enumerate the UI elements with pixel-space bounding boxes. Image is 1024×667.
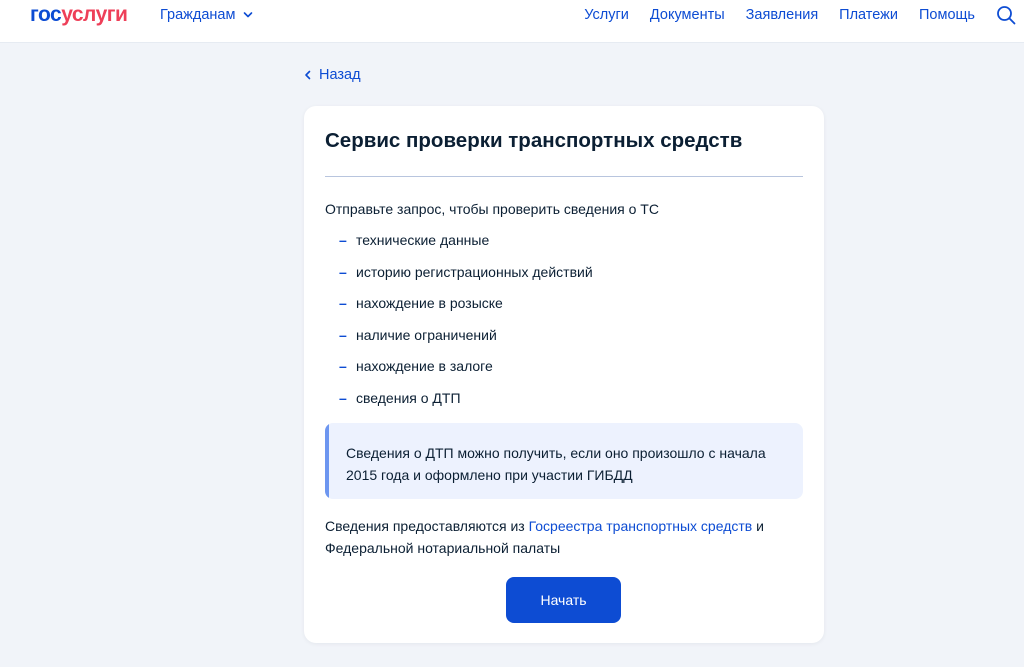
list-marker: – [339,389,347,406]
source-text: Сведения предоставляются из Госреестра т… [325,515,795,559]
list-item-text: историю регистрационных действий [356,263,593,280]
search-icon[interactable] [996,5,1016,25]
nav-applications[interactable]: Заявления [746,6,819,24]
top-header: госуслуги Гражданам Услуги Документы Зая… [0,0,1024,43]
intro-text: Отправьте запрос, чтобы проверить сведен… [325,201,659,217]
list-item: – технические данные [325,231,593,263]
back-label: Назад [319,67,361,83]
nav-help[interactable]: Помощь [919,6,975,24]
page-title: Сервис проверки транспортных средств [325,129,743,152]
chevron-down-icon [244,12,253,18]
audience-label: Гражданам [160,7,236,23]
source-prefix: Сведения предоставляются из [325,518,529,534]
list-item-text: сведения о ДТП [356,389,461,406]
logo-part-uslugi: услуги [61,3,128,26]
start-button[interactable]: Начать [506,577,621,623]
list-item-text: наличие ограничений [356,326,497,343]
list-item-text: нахождение в залоге [356,358,493,375]
gosuslugi-logo[interactable]: госуслуги [30,3,128,27]
nav-services[interactable]: Услуги [584,6,629,24]
audience-dropdown[interactable]: Гражданам [160,6,253,24]
chevron-left-icon [305,70,311,80]
logo-part-gos: гос [30,3,62,26]
registry-link[interactable]: Госреестра транспортных средств [529,518,753,534]
back-link[interactable]: Назад [304,66,361,84]
list-item: – сведения о ДТП [325,389,593,421]
list-item-text: технические данные [356,232,490,248]
list-item: – историю регистрационных действий [325,263,593,295]
service-card: Сервис проверки транспортных средств Отп… [304,106,824,643]
list-item: – нахождение в залоге [325,357,593,389]
main-nav: Услуги Документы Заявления Платежи Помощ… [584,6,975,24]
list-item: – наличие ограничений [325,326,593,358]
title-divider [325,176,803,177]
list-marker: – [339,295,347,312]
list-marker: – [339,358,347,375]
nav-documents[interactable]: Документы [650,6,725,24]
list-marker: – [339,263,347,280]
list-marker: – [339,326,347,343]
list-item: – нахождение в розыске [325,294,593,326]
info-callout: Сведения о ДТП можно получить, если оно … [325,423,803,499]
list-item-text: нахождение в розыске [356,295,503,312]
check-items-list: – технические данные – историю регистрацио… [325,231,593,421]
info-callout-text: Сведения о ДТП можно получить, если оно … [346,445,766,483]
nav-payments[interactable]: Платежи [839,6,898,24]
list-marker: – [339,232,347,248]
